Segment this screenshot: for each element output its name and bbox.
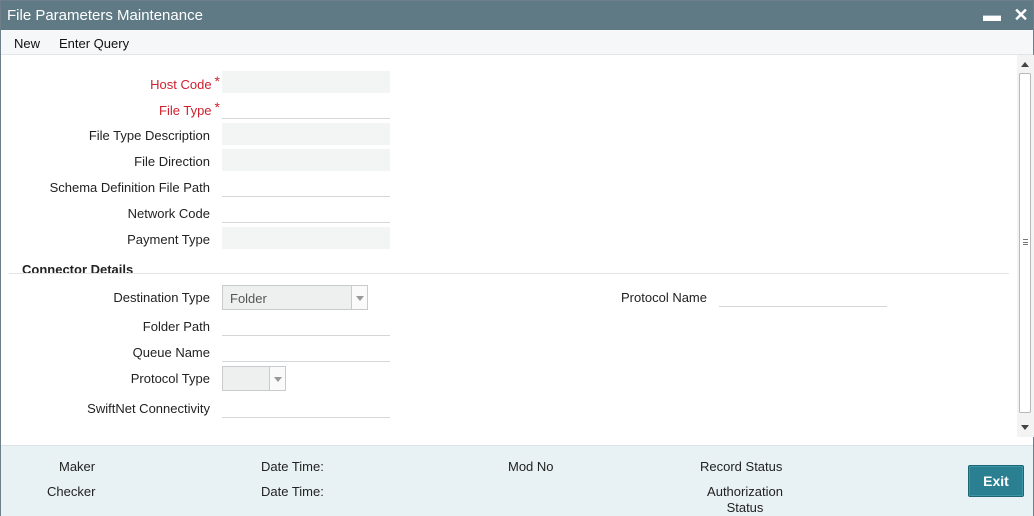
- file-type-label: File Type *: [159, 99, 220, 118]
- host-code-field[interactable]: [222, 71, 390, 93]
- schema-definition-file-path-field[interactable]: [222, 175, 390, 197]
- connector-details-heading: Connector Details: [22, 262, 134, 277]
- checker-date-time-label: Date Time:: [261, 484, 324, 499]
- swiftnet-connectivity-field[interactable]: [222, 396, 390, 418]
- schema-definition-file-path-label: Schema Definition File Path: [49, 180, 210, 195]
- protocol-type-label: Protocol Type: [130, 371, 210, 386]
- minimize-icon[interactable]: ▬: [981, 4, 1003, 26]
- required-mark: *: [214, 73, 220, 89]
- file-type-description-field[interactable]: [222, 123, 390, 145]
- maker-date-time-label: Date Time:: [261, 459, 324, 474]
- chevron-down-icon[interactable]: [269, 367, 285, 390]
- file-type-field[interactable]: [222, 97, 390, 119]
- menu-enter-query[interactable]: Enter Query: [59, 36, 129, 51]
- maker-label: Maker: [59, 459, 96, 474]
- section-divider: [9, 273, 1009, 274]
- network-code-field[interactable]: [222, 201, 390, 223]
- scroll-up-icon[interactable]: [1021, 62, 1029, 67]
- file-type-description-label: File Type Description: [88, 128, 210, 143]
- folder-path-label: Folder Path: [142, 319, 210, 334]
- record-status-label: Record Status: [700, 459, 783, 474]
- file-type-label-text: File Type: [159, 103, 212, 118]
- queue-name-label: Queue Name: [132, 345, 210, 360]
- host-code-label-text: Host Code: [150, 77, 212, 92]
- title-bar: File Parameters Maintenance ▬ ✕: [1, 1, 1033, 30]
- payment-type-label: Payment Type: [127, 232, 210, 247]
- audit-footer: Maker Checker Date Time: Date Time: Mod …: [1, 445, 1033, 516]
- protocol-type-select[interactable]: [222, 366, 286, 391]
- destination-type-value: Folder: [230, 291, 267, 306]
- destination-type-select[interactable]: Folder: [222, 285, 368, 310]
- swiftnet-connectivity-label: SwiftNet Connectivity: [87, 401, 210, 416]
- protocol-name-field[interactable]: [719, 285, 887, 307]
- file-direction-field[interactable]: [222, 149, 390, 171]
- folder-path-field[interactable]: [222, 314, 390, 336]
- protocol-name-label: Protocol Name: [621, 290, 707, 305]
- mod-no-label: Mod No: [508, 459, 554, 474]
- authorization-status-label: Authorization Status: [707, 484, 783, 515]
- network-code-label: Network Code: [127, 206, 210, 221]
- required-mark: *: [214, 99, 220, 115]
- vertical-scrollbar[interactable]: [1017, 55, 1034, 437]
- scroll-down-icon[interactable]: [1021, 425, 1029, 430]
- grip-icon: [1023, 239, 1028, 245]
- checker-label: Checker: [47, 484, 96, 499]
- menu-bar: New Enter Query: [1, 30, 1033, 55]
- window-title: File Parameters Maintenance: [7, 7, 203, 24]
- menu-new[interactable]: New: [14, 36, 40, 51]
- queue-name-field[interactable]: [222, 340, 390, 362]
- chevron-down-icon[interactable]: [351, 286, 367, 309]
- exit-button[interactable]: Exit: [968, 465, 1024, 497]
- file-parameters-window: File Parameters Maintenance ▬ ✕ New Ente…: [0, 0, 1034, 516]
- file-direction-label: File Direction: [134, 154, 210, 169]
- destination-type-label: Destination Type: [113, 290, 210, 305]
- payment-type-field[interactable]: [222, 227, 390, 249]
- form-content: Host Code * File Type * File Type Descript…: [1, 55, 1017, 445]
- host-code-label: Host Code *: [150, 73, 220, 92]
- close-icon[interactable]: ✕: [1010, 4, 1032, 26]
- scrollbar-thumb[interactable]: [1019, 73, 1031, 413]
